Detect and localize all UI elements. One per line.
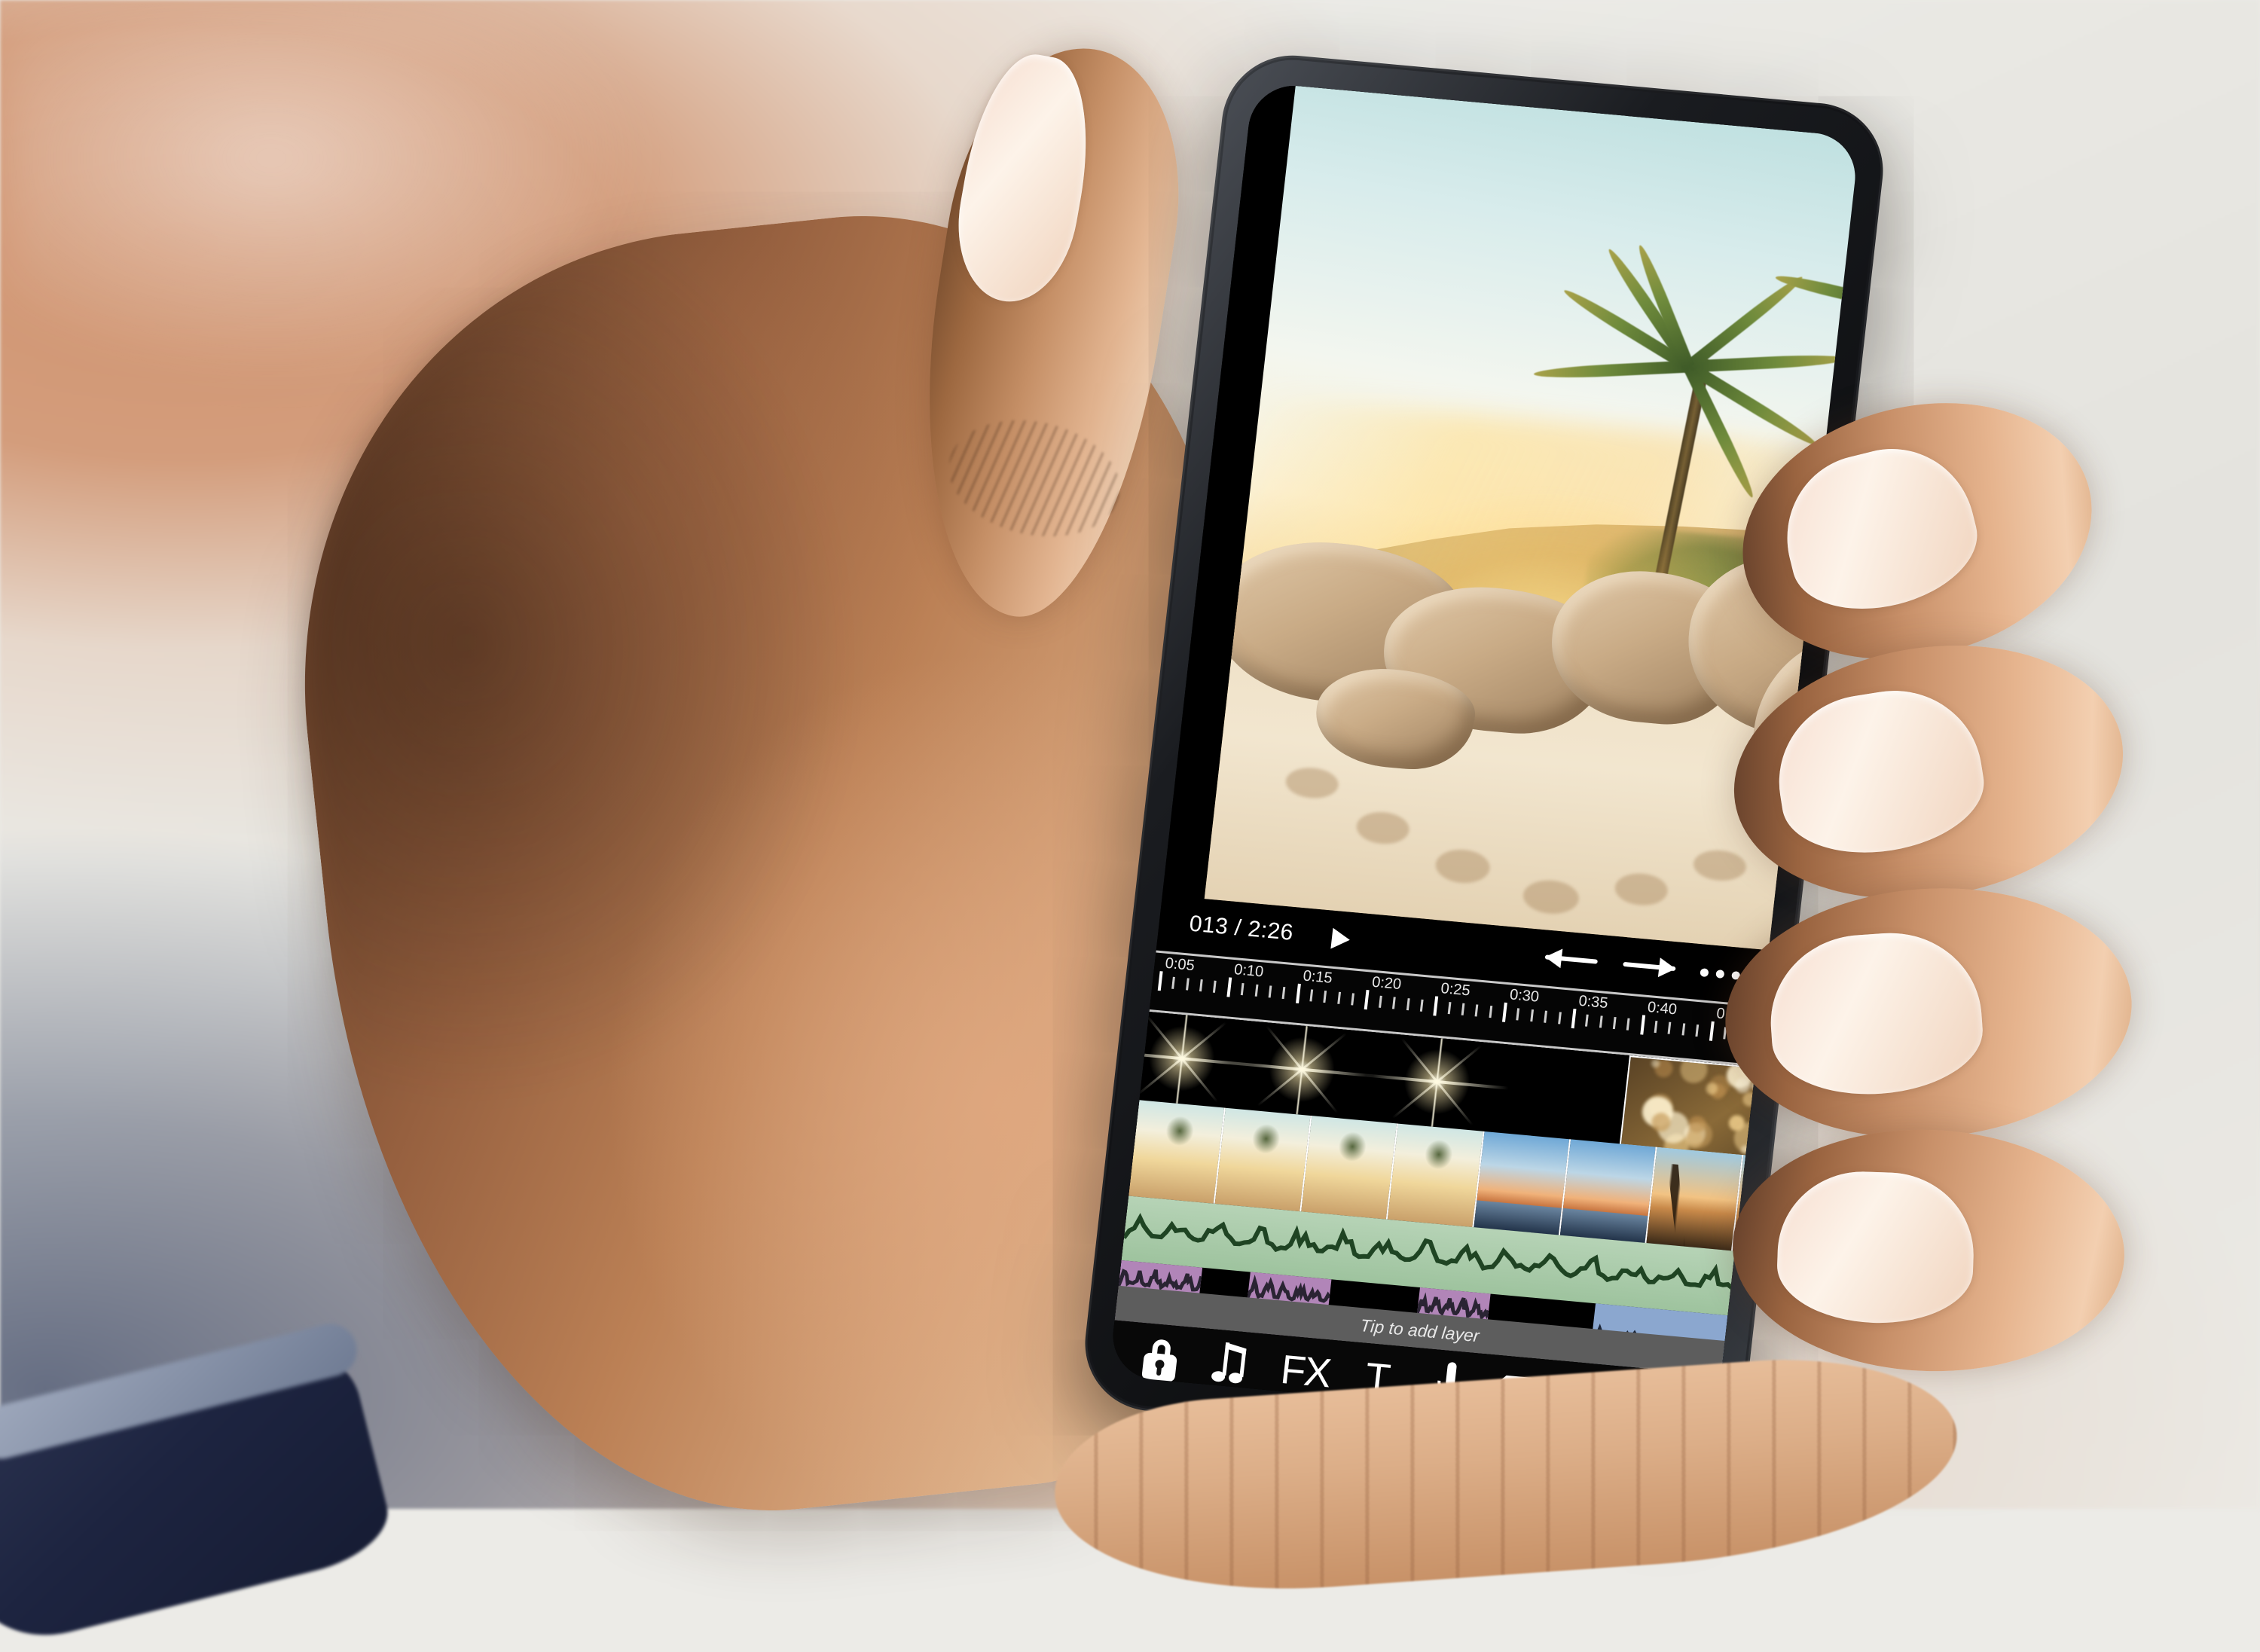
ruler-minor-tick xyxy=(1185,978,1190,991)
ruler-major-tick xyxy=(1571,1009,1577,1029)
ruler-minor-tick xyxy=(1240,983,1245,996)
ruler-minor-tick xyxy=(1268,985,1272,998)
ruler-minor-tick xyxy=(1599,1015,1603,1028)
ruler-minor-tick xyxy=(1419,999,1424,1012)
ruler-minor-tick xyxy=(1626,1018,1630,1031)
ruler-label: 0:25 xyxy=(1440,980,1471,1000)
ruler-major-tick xyxy=(1433,996,1439,1016)
ruler-minor-tick xyxy=(1557,1012,1562,1024)
ruler-minor-tick xyxy=(1199,979,1203,992)
ruler-label: 0:10 xyxy=(1233,961,1265,981)
ruler-major-tick xyxy=(1709,1021,1715,1041)
ruler-minor-tick xyxy=(1681,1023,1686,1036)
ruler-minor-tick xyxy=(1447,1002,1452,1015)
play-icon[interactable] xyxy=(1330,927,1351,951)
arrow-right-icon[interactable] xyxy=(1622,952,1677,979)
ruler-label: 0:40 xyxy=(1646,999,1678,1018)
ruler-minor-tick xyxy=(1461,1003,1465,1015)
ruler-minor-tick xyxy=(1213,980,1217,993)
ruler-minor-tick xyxy=(1171,976,1176,989)
ruler-minor-tick xyxy=(1695,1024,1700,1037)
ruler-minor-tick xyxy=(1323,991,1327,1003)
video-thumbnail[interactable] xyxy=(1301,1116,1399,1220)
ruler-label: 0:20 xyxy=(1371,973,1403,994)
ruler-minor-tick xyxy=(1336,991,1341,1004)
nav-arrows xyxy=(1544,945,1677,979)
ruler-label: 0:35 xyxy=(1577,992,1609,1012)
ruler-minor-tick xyxy=(1516,1008,1520,1021)
ruler-minor-tick xyxy=(1309,989,1314,1002)
ruler-label: 0:15 xyxy=(1302,967,1333,987)
ruler-minor-tick xyxy=(1474,1004,1479,1017)
ruler-major-tick xyxy=(1639,1015,1645,1035)
video-thumbnail[interactable] xyxy=(1128,1100,1226,1204)
timeline[interactable]: Tip to add layer xyxy=(1114,1012,1756,1376)
video-thumbnail[interactable] xyxy=(1214,1107,1312,1212)
ruler-minor-tick xyxy=(1406,998,1410,1011)
ruler-major-tick xyxy=(1226,977,1232,997)
ruler-major-tick xyxy=(1157,971,1163,991)
ruler-major-tick xyxy=(1295,983,1301,1003)
video-thumbnail[interactable] xyxy=(1559,1139,1657,1244)
ruler-minor-tick xyxy=(1378,995,1382,1008)
lock-icon xyxy=(1137,1330,1185,1387)
ruler-minor-tick xyxy=(1392,997,1396,1009)
ruler-minor-tick xyxy=(1612,1016,1617,1030)
video-thumbnail[interactable] xyxy=(1646,1147,1744,1251)
ellipsis-icon[interactable] xyxy=(1700,968,1741,980)
ruler-label: 0:05 xyxy=(1164,954,1196,975)
ruler-minor-tick xyxy=(1530,1009,1534,1022)
ruler-minor-tick xyxy=(1668,1021,1672,1034)
ruler-minor-tick xyxy=(1254,984,1259,997)
ruler-major-tick xyxy=(1502,1002,1507,1022)
ruler-minor-tick xyxy=(1585,1014,1590,1027)
arrow-left-icon[interactable] xyxy=(1544,945,1599,972)
timecode-label: 013 / 2:26 xyxy=(1188,911,1295,945)
ruler-minor-tick xyxy=(1281,987,1286,1000)
ruler-minor-tick xyxy=(1489,1006,1492,1018)
video-thumbnail[interactable] xyxy=(1474,1131,1571,1235)
ruler-minor-tick xyxy=(1351,993,1355,1006)
music-note-icon xyxy=(1208,1336,1259,1393)
ruler-major-tick xyxy=(1364,990,1370,1010)
add-layer-label: Tip to add layer xyxy=(1359,1315,1480,1345)
ruler-minor-tick xyxy=(1544,1010,1548,1023)
ruler-label: 0:30 xyxy=(1508,986,1541,1006)
video-thumbnail[interactable] xyxy=(1387,1123,1485,1228)
ruler-minor-tick xyxy=(1654,1020,1658,1034)
